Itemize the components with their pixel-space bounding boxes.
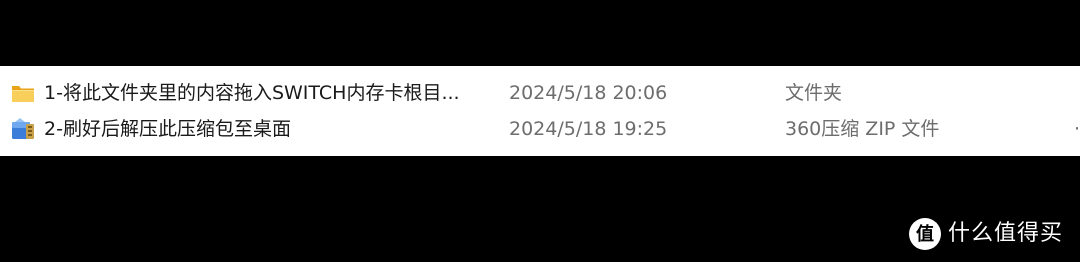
zip-archive-icon	[10, 117, 36, 141]
file-row-zip[interactable]: 2-刷好后解压此压缩包至桌面 2024/5/18 19:25 360压缩 ZIP…	[0, 113, 1080, 145]
file-list-panel: 1-将此文件夹里的内容拖入SWITCH内存卡根目... 2024/5/18 20…	[0, 66, 1080, 156]
file-row-folder[interactable]: 1-将此文件夹里的内容拖入SWITCH内存卡根目... 2024/5/18 20…	[0, 77, 1080, 109]
file-name: 2-刷好后解压此压缩包至桌面	[44, 118, 291, 140]
folder-icon	[10, 81, 36, 105]
file-modified-date: 2024/5/18 19:25	[509, 118, 668, 140]
file-type: 文件夹	[785, 82, 843, 104]
file-modified-date: 2024/5/18 20:06	[509, 82, 668, 104]
watermark-text: 什么值得买	[948, 221, 1064, 246]
file-size-truncated: ·	[1074, 118, 1080, 140]
smzdm-logo-icon: 值	[908, 217, 942, 251]
file-name: 1-将此文件夹里的内容拖入SWITCH内存卡根目...	[44, 82, 460, 104]
file-type: 360压缩 ZIP 文件	[785, 118, 940, 140]
svg-text:值: 值	[916, 223, 934, 245]
watermark: 值 什么值得买	[908, 216, 1063, 252]
